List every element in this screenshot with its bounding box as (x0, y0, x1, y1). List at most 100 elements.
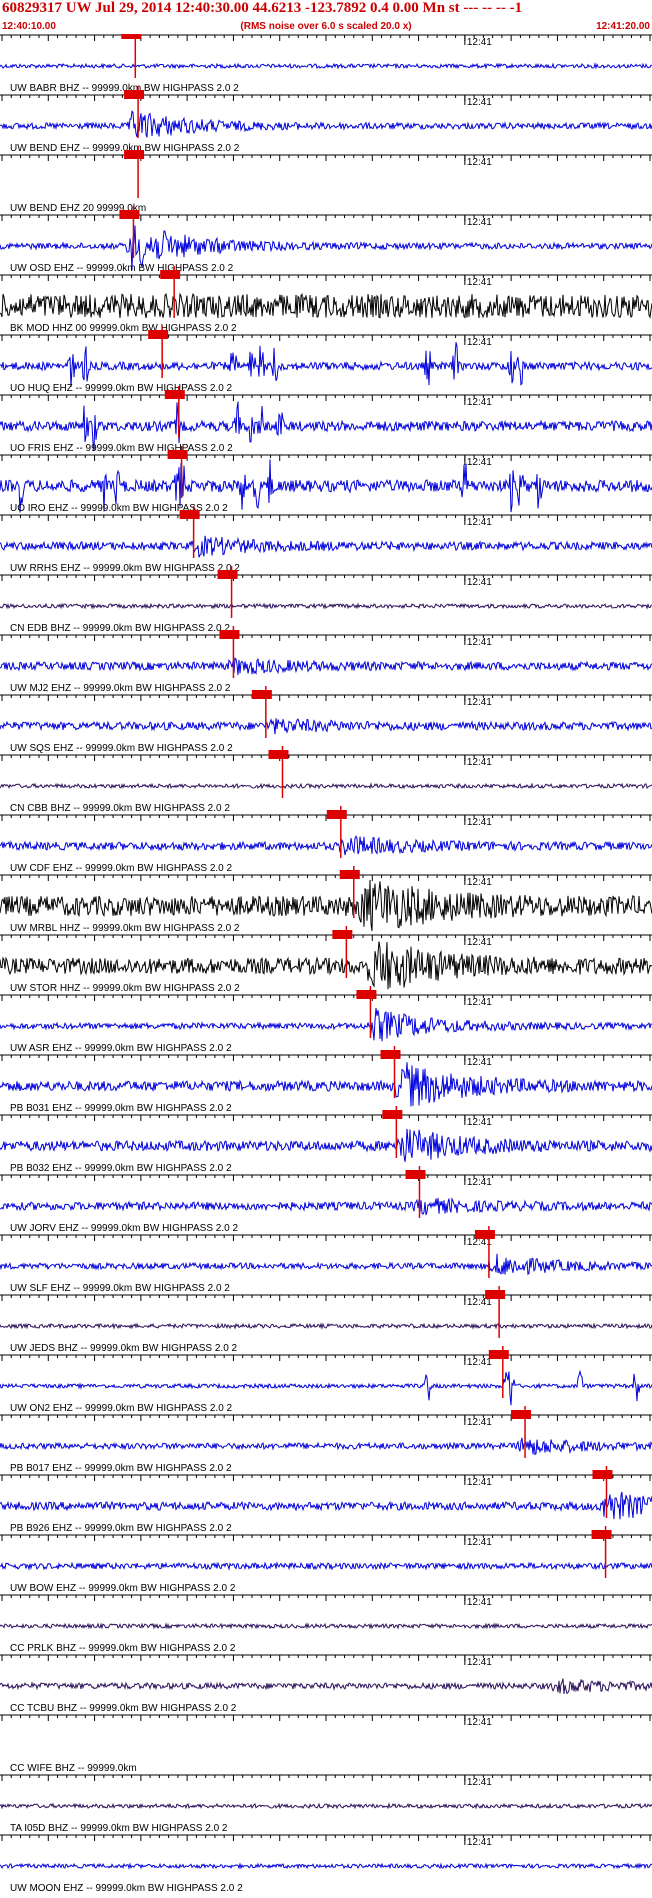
trace-row: 12:41 UW OSD EHZ -- 99999.0km BW HIGHPASS… (0, 206, 652, 274)
pick-flag (164, 390, 185, 399)
minute-label: 12:41 (467, 1477, 492, 1488)
pick-flag (488, 1350, 509, 1359)
station-label: CC WIFE BHZ -- 99999.0km (10, 1763, 137, 1774)
waveform (0, 1437, 652, 1456)
trace-row: 12:41UW BEND EHZ -- 99999.0km BW HIGHPAS… (0, 86, 652, 154)
trace-row: 12:41UW BABR BHZ -- 99999.0km BW HIGHPAS… (0, 34, 652, 94)
minute-label: 12:41 (467, 1357, 492, 1368)
waveform (0, 1253, 652, 1276)
station-label: UW SLF EHZ -- 99999.0km BW HIGHPASS 2.0 … (10, 1283, 230, 1294)
pick-flag (380, 1050, 401, 1059)
minute-label: 12:41 (467, 97, 492, 108)
minute-label: 12:41 (467, 37, 492, 48)
trace-row: 12:41 PB B926 EHZ -- 99999.0km BW HIGHPAS… (0, 1466, 652, 1534)
pick-flag (148, 330, 169, 339)
trace-row: 12:41UW SLF EHZ -- 99999.0km BW HIGHPASS… (0, 1226, 652, 1294)
pick-flag (119, 210, 140, 219)
trace-row: 12:41 BK MOD HHZ 00 99999.0km BW HIGHPASS… (0, 266, 652, 334)
minute-label: 12:41 (467, 1777, 492, 1788)
trace-row: 12:41 UW CDF EHZ -- 99999.0km BW HIGHPASS… (0, 806, 652, 874)
waveform (0, 535, 652, 558)
minute-label: 12:41 (467, 1837, 492, 1848)
pick-flag (326, 810, 347, 819)
trace-row: 12:41 CC TCBU BHZ -- 99999.0km BW HIGHPAS… (0, 1654, 652, 1714)
station-label: UW MJ2 EHZ -- 99999.0km BW HIGHPASS 2.0 … (10, 683, 231, 694)
minute-label: 12:41 (467, 757, 492, 768)
station-label: UW MOON EHZ -- 99999.0km BW HIGHPASS 2.0… (10, 1883, 243, 1894)
trace-row: 12:41 UW JORV EHZ -- 99999.0km BW HIGHPAS… (0, 1166, 652, 1234)
station-label: CC PRLK BHZ -- 99999.0km BW HIGHPASS 2.0… (10, 1643, 236, 1654)
trace-row: 12:41 CN CBB BHZ -- 99999.0km BW HIGHPASS… (0, 746, 652, 814)
trace-row: 12:41 CC WIFE BHZ -- 99999.0km (0, 1714, 652, 1774)
station-label: UW SQS EHZ -- 99999.0km BW HIGHPASS 2.0 … (10, 743, 233, 754)
waveform (0, 657, 652, 675)
rms-note: (RMS noise over 6.0 s scaled 20.0 x) (240, 21, 412, 32)
waveform (0, 110, 652, 138)
minute-label: 12:41 (467, 1117, 492, 1128)
minute-label: 12:41 (467, 1597, 492, 1608)
station-label: UW ASR EHZ -- 99999.0km BW HIGHPASS 2.0 … (10, 1043, 232, 1054)
minute-label: 12:41 (467, 397, 492, 408)
waveform (0, 1322, 652, 1330)
station-label: UW JEDS BHZ -- 99999.0km BW HIGHPASS 2.0… (10, 1343, 238, 1354)
pick-flag (332, 930, 353, 939)
station-label: BK MOD HHZ 00 99999.0km BW HIGHPASS 2.0 … (10, 323, 237, 334)
minute-label: 12:41 (467, 1417, 492, 1428)
station-label: UW OSD EHZ -- 99999.0km BW HIGHPASS 2.0 … (10, 263, 234, 274)
trace-row: 12:41 PB B031 EHZ -- 99999.0km BW HIGHPAS… (0, 1046, 652, 1114)
station-label: TA I05D BHZ -- 99999.0km BW HIGHPASS 2.0… (10, 1823, 228, 1834)
trace-row: 12:41 CN EDB BHZ -- 99999.0km BW HIGHPASS… (0, 566, 652, 634)
station-label: CN CBB BHZ -- 99999.0km BW HIGHPASS 2.0 … (10, 803, 230, 814)
minute-label: 12:41 (467, 337, 492, 348)
waveform (0, 292, 652, 319)
pick-flag (124, 90, 145, 99)
minute-label: 12:41 (467, 457, 492, 468)
trace-row: 12:41UO IRO EHZ -- 99999.0km BW HIGHPASS… (0, 446, 652, 514)
station-label: UW ON2 EHZ -- 99999.0km BW HIGHPASS 2.0 … (10, 1403, 233, 1414)
waveform (0, 1561, 652, 1571)
minute-label: 12:41 (467, 517, 492, 528)
pick-flag (167, 450, 188, 459)
window-end-time: 12:41:20.00 (596, 21, 650, 32)
pick-flag (485, 1290, 506, 1299)
station-label: UW JORV EHZ -- 99999.0km BW HIGHPASS 2.0… (10, 1223, 238, 1234)
waveform (0, 1008, 652, 1042)
pick-flag (339, 870, 360, 879)
pick-flag (405, 1170, 426, 1179)
waveform (0, 62, 652, 70)
waveform (0, 1369, 652, 1406)
waveform (0, 1622, 652, 1630)
seismogram-panel: 12:41UW BABR BHZ -- 99999.0km BW HIGHPAS… (0, 34, 652, 1894)
trace-row: 12:41 CC PRLK BHZ -- 99999.0km BW HIGHPAS… (0, 1594, 652, 1654)
waveform (0, 835, 652, 856)
waveform (0, 602, 652, 610)
minute-label: 12:41 (467, 817, 492, 828)
minute-label: 12:41 (467, 1537, 492, 1548)
pick-flag (382, 1110, 403, 1119)
trace-row: 12:41 UO HUQ EHZ -- 99999.0km BW HIGHPASS… (0, 326, 652, 394)
trace-row: 12:41 UW MRBL HHZ -- 99999.0km BW HIGHPAS… (0, 866, 652, 934)
minute-label: 12:41 (467, 277, 492, 288)
minute-label: 12:41 (467, 577, 492, 588)
waveform (0, 1802, 652, 1810)
trace-row: 12:41 TA I05D BHZ -- 99999.0km BW HIGHPAS… (0, 1774, 652, 1834)
station-label: UO HUQ EHZ -- 99999.0km BW HIGHPASS 2.0 … (10, 383, 233, 394)
station-label: PB B017 EHZ -- 99999.0km BW HIGHPASS 2.0… (10, 1463, 232, 1474)
trace-row: 12:41 UW SQS EHZ -- 99999.0km BW HIGHPASS… (0, 686, 652, 754)
station-label: UW STOR HHZ -- 99999.0km BW HIGHPASS 2.0… (10, 983, 240, 994)
station-label: PB B926 EHZ -- 99999.0km BW HIGHPASS 2.0… (10, 1523, 232, 1534)
plot-header: 60829317 UW Jul 29, 2014 12:40:30.00 44.… (0, 0, 652, 35)
station-label: UW CDF EHZ -- 99999.0km BW HIGHPASS 2.0 … (10, 863, 233, 874)
station-label: UO FRIS EHZ -- 99999.0km BW HIGHPASS 2.0… (10, 443, 233, 454)
minute-label: 12:41 (467, 217, 492, 228)
pick-flag (592, 1470, 613, 1479)
minute-label: 12:41 (467, 877, 492, 888)
waveform (0, 1678, 652, 1695)
pick-flag (474, 1230, 495, 1239)
pick-flag (511, 1410, 532, 1419)
minute-label: 12:41 (467, 157, 492, 168)
pick-flag (591, 1530, 612, 1539)
trace-row: 12:41 UW ASR EHZ -- 99999.0km BW HIGHPASS… (0, 986, 652, 1054)
pick-flag (356, 990, 377, 999)
trace-row: 12:41 UW MJ2 EHZ -- 99999.0km BW HIGHPASS… (0, 626, 652, 694)
